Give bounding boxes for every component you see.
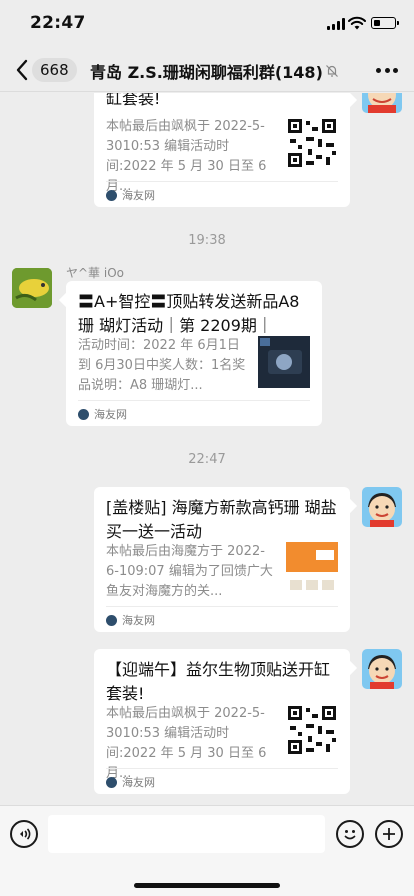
- more-dots-icon[interactable]: [376, 68, 398, 74]
- card-source: 海友网: [94, 408, 127, 421]
- product-thumbnail: [286, 542, 338, 594]
- qr-code-thumbnail: [286, 704, 338, 756]
- wifi-icon: [348, 16, 366, 30]
- voice-icon[interactable]: [10, 820, 38, 848]
- card-description: 本帖最后由海魔方于 2022-6-109:07 编辑为了回馈广大鱼友对海魔方的关…: [106, 544, 273, 599]
- card-title: [盖楼贴] 海魔方新款高钙珊 瑚盐买一送一活动: [106, 498, 337, 541]
- qr-code-thumbnail: [286, 117, 338, 169]
- battery-icon: [371, 17, 399, 29]
- sender-avatar[interactable]: [12, 268, 52, 308]
- status-time: 22:47: [30, 13, 86, 33]
- signal-icon: [327, 18, 345, 30]
- timestamp: 22:47: [188, 452, 226, 467]
- message-input[interactable]: [48, 815, 325, 853]
- source-logo-icon: [106, 190, 117, 201]
- link-card[interactable]: 缸套装! 本帖最后由飒枫于 2022-5-3010:53 编辑活动时间:2022…: [94, 93, 358, 207]
- link-card[interactable]: [盖楼贴] 海魔方新款高钙珊 瑚盐买一送一活动 本帖最后由海魔方于 2022-6…: [94, 487, 358, 632]
- source-logo-icon: [106, 615, 117, 626]
- timestamp: 19:38: [188, 233, 226, 248]
- status-bar: 22:47: [0, 0, 414, 48]
- card-source: 海友网: [122, 614, 155, 627]
- card-source: 海友网: [122, 776, 155, 789]
- chat-title: 青岛 Z.S.珊瑚闲聊福利群(148): [90, 63, 323, 82]
- card-title: 〓A+智控〓顶贴转发送新品A8珊 瑚灯活动｜第 2209期｜: [78, 292, 300, 335]
- mute-bell-icon: [326, 65, 338, 77]
- my-avatar[interactable]: [362, 649, 402, 689]
- message-list[interactable]: 缸套装! 本帖最后由飒枫于 2022-5-3010:53 编辑活动时间:2022…: [0, 93, 414, 805]
- my-avatar[interactable]: [362, 93, 402, 113]
- card-description: 活动时间：2022 年 6月1日到 6月30日中奖人数：1名奖品说明：A8 珊瑚…: [78, 338, 246, 393]
- my-avatar[interactable]: [362, 487, 402, 527]
- home-indicator: [134, 883, 280, 888]
- plus-icon[interactable]: [375, 820, 403, 848]
- link-card[interactable]: 〓A+智控〓顶贴转发送新品A8珊 瑚灯活动｜第 2209期｜ 活动时间：2022…: [58, 281, 322, 426]
- card-title: 【迎端午】益尔生物顶贴送开缸套装!: [106, 660, 331, 703]
- card-source: 海友网: [122, 189, 155, 202]
- chevron-left-icon[interactable]: [12, 56, 32, 84]
- link-card[interactable]: 【迎端午】益尔生物顶贴送开缸套装! 本帖最后由飒枫于 2022-5-3010:5…: [94, 649, 358, 794]
- source-logo-icon: [106, 777, 117, 788]
- card-title: 缸套装!: [106, 93, 161, 108]
- emoji-icon[interactable]: [336, 820, 364, 848]
- source-logo-icon: [78, 409, 89, 420]
- product-thumbnail: [258, 336, 310, 388]
- unread-count-badge[interactable]: 668: [32, 58, 77, 82]
- sender-name: ヤ^華 iOo: [66, 266, 124, 280]
- chat-header: 668 青岛 Z.S.珊瑚闲聊福利群(148): [0, 48, 414, 92]
